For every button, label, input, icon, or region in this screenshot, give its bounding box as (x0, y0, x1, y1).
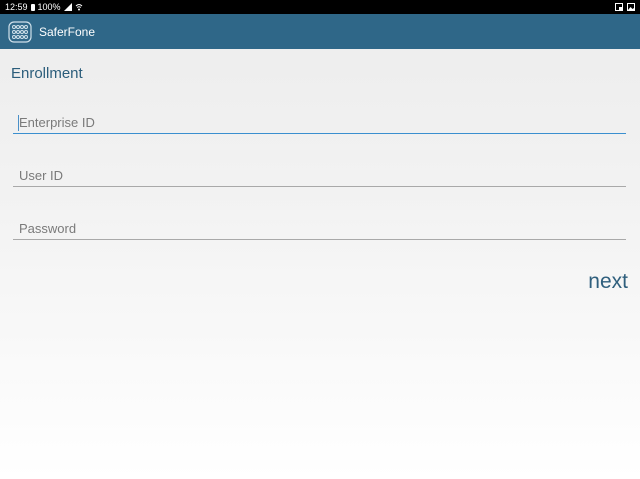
wifi-icon (75, 4, 82, 11)
signal-icon (63, 3, 72, 11)
image-icon (627, 3, 635, 11)
status-right (615, 3, 635, 11)
saferfone-logo-icon (8, 20, 32, 43)
cast-icon (615, 3, 623, 11)
page-title: Enrollment (11, 65, 83, 82)
status-left: 12:59 100% (5, 0, 83, 14)
user-id-input[interactable] (13, 165, 626, 187)
app-bar: SaferFone (0, 14, 640, 49)
password-input[interactable] (13, 218, 626, 240)
battery-level: 100% (37, 2, 61, 12)
status-bar: 12:59 100% (0, 0, 640, 14)
password-field-wrapper (13, 218, 626, 240)
text-caret (18, 115, 19, 131)
enterprise-id-field-wrapper (13, 112, 626, 134)
user-id-field-wrapper (13, 165, 626, 187)
battery-icon (30, 3, 35, 11)
enterprise-id-input[interactable] (13, 112, 626, 134)
status-time: 12:59 (5, 2, 28, 12)
app-title: SaferFone (39, 24, 96, 39)
next-button[interactable]: next (588, 270, 628, 294)
